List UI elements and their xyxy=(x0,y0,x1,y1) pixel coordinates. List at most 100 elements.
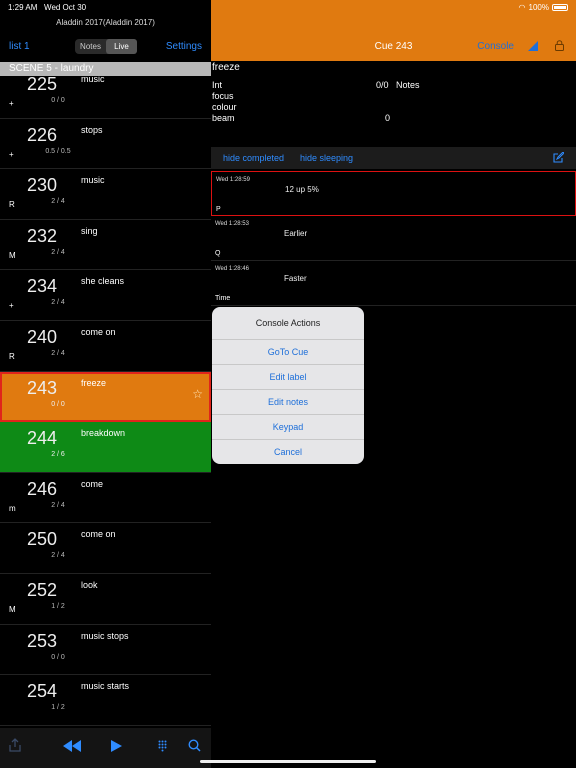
note-item[interactable]: Wed 1:28:59 12 up 5% P xyxy=(211,171,576,216)
segment-notes[interactable]: Notes xyxy=(75,39,106,54)
cancel-button[interactable]: Cancel xyxy=(212,440,364,465)
list-header: list 1 Notes Live Settings xyxy=(0,37,211,57)
cue-mark: + xyxy=(9,301,14,311)
cue-mark: M xyxy=(9,604,16,614)
notes-filter-bar: hide completed hide sleeping xyxy=(211,147,576,169)
cue-number: 225 xyxy=(26,74,58,94)
cue-label: look xyxy=(81,579,98,590)
int-value: 0/0 xyxy=(376,80,389,90)
cue-label: stops xyxy=(81,124,103,135)
beam-label: beam xyxy=(212,113,235,123)
cue-label: music xyxy=(81,175,105,186)
hide-completed-button[interactable]: hide completed xyxy=(223,153,284,163)
mode-segmented-control[interactable]: Notes Live xyxy=(75,39,137,54)
compose-icon[interactable] xyxy=(553,152,564,163)
cue-mark: m xyxy=(9,503,16,513)
cue-row[interactable]: 240 come on 2 / 4 R xyxy=(0,321,211,372)
cue-number: 253 xyxy=(26,630,58,651)
note-text: Faster xyxy=(284,274,307,283)
cue-title: Cue 243 xyxy=(374,41,413,52)
cue-count: 0 / 0 xyxy=(51,97,65,104)
cue-number: 240 xyxy=(26,326,58,347)
note-initial: Q xyxy=(215,250,221,257)
app-title: Aladdin 2017(Aladdin 2017) xyxy=(56,18,155,27)
cue-count: 2 / 4 xyxy=(51,198,65,206)
cue-number: 234 xyxy=(26,276,58,297)
cue-number: 254 xyxy=(26,681,58,702)
cue-row[interactable]: 226 stops 0.5 / 0.5 + xyxy=(0,119,211,170)
beam-value: 0 xyxy=(385,113,391,123)
segment-live[interactable]: Live xyxy=(106,39,137,54)
cue-label[interactable]: freeze xyxy=(212,62,240,73)
cue-count: 0 / 0 xyxy=(51,653,65,661)
note-timestamp: Wed 1:28:53 xyxy=(215,221,249,227)
settings-button[interactable]: Settings xyxy=(166,41,202,52)
cue-label: come on xyxy=(81,529,116,540)
cue-row[interactable]: 232 sing 2 / 4 M xyxy=(0,220,211,271)
note-item[interactable]: Wed 1:28:46 Faster Time xyxy=(211,261,576,306)
cue-mark: R xyxy=(9,351,15,361)
cue-mark: + xyxy=(9,99,14,108)
note-timestamp: Wed 1:28:46 xyxy=(215,266,249,272)
edit-notes-button[interactable]: Edit notes xyxy=(212,390,364,415)
battery-icon xyxy=(552,4,568,11)
levels-icon[interactable] xyxy=(528,41,538,51)
cue-list: 225 music 0 / 0 +226 stops 0.5 / 0.5 +230 music… xyxy=(0,68,211,726)
cue-row[interactable]: 243 freeze 0 / 0 ☆ xyxy=(0,371,211,423)
cue-label: come on xyxy=(81,326,116,337)
console-actions-sheet: Console Actions GoTo Cue Edit label Edit… xyxy=(212,307,364,464)
cue-count: 0 / 0 xyxy=(51,400,65,408)
console-button[interactable]: Console xyxy=(477,41,514,52)
note-initial: Time xyxy=(215,295,231,302)
cue-count: 2 / 4 xyxy=(51,349,65,357)
cue-row[interactable]: 244 breakdown 2 / 6 xyxy=(0,422,211,473)
edit-label-button[interactable]: Edit label xyxy=(212,365,364,390)
home-indicator[interactable] xyxy=(200,760,376,763)
hide-sleeping-button[interactable]: hide sleeping xyxy=(300,153,353,163)
rewind-icon[interactable] xyxy=(63,740,81,755)
goto-cue-button[interactable]: GoTo Cue xyxy=(212,340,364,365)
note-text: 12 up 5% xyxy=(285,185,319,194)
cue-count: 2 / 4 xyxy=(51,248,65,256)
cue-count: 2 / 6 xyxy=(51,451,65,459)
cue-row[interactable]: 250 come on 2 / 4 xyxy=(0,523,211,574)
cue-count: 2 / 4 xyxy=(51,299,65,307)
cue-mark: R xyxy=(9,200,15,210)
wifi-icon: ◠ xyxy=(518,3,526,12)
keypad-button[interactable]: Keypad xyxy=(212,415,364,440)
cue-count: 1 / 2 xyxy=(51,704,65,712)
scene-header: SCENE 5 - laundry xyxy=(0,62,211,76)
cue-list-pane: Aladdin 2017(Aladdin 2017) list 1 Notes … xyxy=(0,0,211,768)
colour-label: colour xyxy=(212,102,237,112)
star-icon[interactable]: ☆ xyxy=(192,387,203,401)
keypad-icon[interactable] xyxy=(158,740,167,755)
cue-number: 250 xyxy=(26,529,58,550)
focus-label: focus xyxy=(212,91,234,101)
cue-label: breakdown xyxy=(81,428,126,439)
lock-icon[interactable] xyxy=(555,40,564,51)
note-timestamp: Wed 1:28:59 xyxy=(216,177,250,183)
cue-number: 244 xyxy=(26,428,58,449)
cue-label: music starts xyxy=(81,681,130,692)
cue-count: 1 / 2 xyxy=(51,602,65,610)
cue-row[interactable]: 252 look 1 / 2 M xyxy=(0,574,211,625)
cue-mark: + xyxy=(9,149,14,159)
cue-row[interactable]: 253 music stops 0 / 0 xyxy=(0,625,211,676)
cue-number: 246 xyxy=(26,478,58,499)
share-icon[interactable] xyxy=(9,738,21,755)
note-initial: P xyxy=(216,206,221,213)
cue-row[interactable]: 230 music 2 / 4 R xyxy=(0,169,211,220)
cue-count: 2 / 4 xyxy=(51,552,65,560)
cue-row[interactable]: 254 music starts 1 / 2 xyxy=(0,675,211,726)
cue-row[interactable]: 246 come 2 / 4 m xyxy=(0,473,211,524)
cue-row[interactable]: 234 she cleans 2 / 4 + xyxy=(0,270,211,321)
note-item[interactable]: Wed 1:28:53 Earlier Q xyxy=(211,216,576,261)
sheet-title: Console Actions xyxy=(212,307,364,340)
list-button[interactable]: list 1 xyxy=(9,41,30,52)
cue-count: 0.5 / 0.5 xyxy=(45,147,71,155)
status-right: ◠ 100% xyxy=(519,3,568,12)
play-icon[interactable] xyxy=(111,740,122,755)
left-toolbar xyxy=(0,728,211,768)
status-time: 1:29 AM Wed Oct 30 xyxy=(8,3,87,12)
search-icon[interactable] xyxy=(188,739,201,755)
